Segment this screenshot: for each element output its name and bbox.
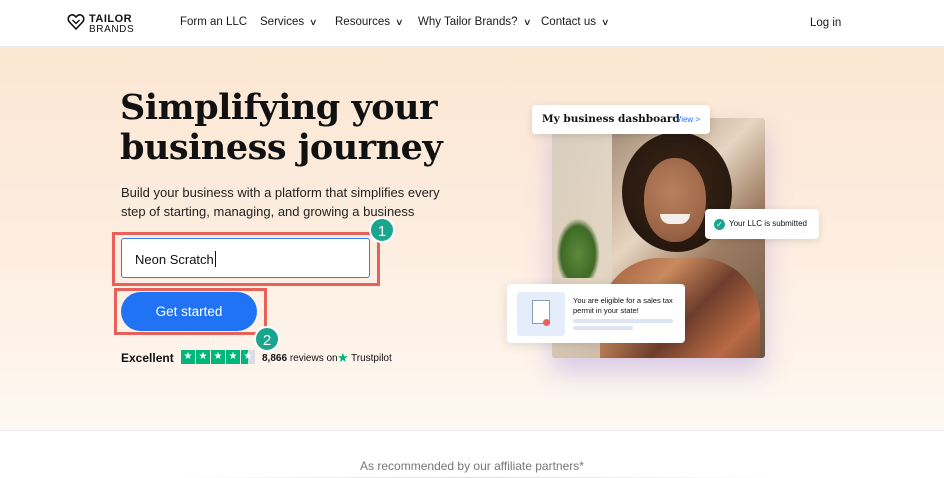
reviews-text: 8,866 reviews on [262,353,338,364]
nav-services[interactable]: Services ∨ [260,16,318,28]
rating-stars: ★ ★ ★ ★ ★ [181,350,255,365]
placeholder-line [573,319,673,323]
partners-text: As recommended by our affiliate partners… [360,459,584,473]
check-circle-icon: ✓ [714,219,725,230]
nav-resources-label: Resources [335,16,390,28]
tax-permit-card: You are eligible for a sales tax permit … [507,284,685,343]
document-icon [517,292,565,336]
nav-why-label: Why Tailor Brands? [418,16,518,28]
placeholder-line [573,326,633,330]
photo-person-face [644,158,706,242]
chevron-down-icon: ∨ [522,17,532,27]
dashboard-card-title: My business dashboard [542,113,680,125]
nav-form-llc-label: Form an LLC [180,16,248,28]
annotation-highlight-button [114,288,267,335]
nav-contact-us[interactable]: Contact us ∨ [541,16,610,28]
star-icon: ★ [226,350,240,364]
business-dashboard-card: My business dashboard View > [532,105,710,134]
trustpilot-brand: Trustpilot [351,353,392,364]
trustpilot-rating[interactable]: Excellent ★ ★ ★ ★ ★ 8,866 reviews on ★ T… [121,350,421,366]
nav-why-tailor-brands[interactable]: Why Tailor Brands? ∨ [418,16,532,28]
dashboard-view-link[interactable]: View > [676,115,700,124]
chevron-down-icon: ∨ [394,17,404,27]
nav-resources[interactable]: Resources ∨ [335,16,404,28]
tailor-brands-logo[interactable]: TAILOR BRANDS [67,12,137,36]
reviews-count: 8,866 [262,353,288,364]
half-star-icon: ★ [241,350,255,364]
logo-text-bottom: BRANDS [89,24,135,35]
annotation-badge-2: 2 [254,326,280,352]
hero-headline: Simplifying your business journey [120,87,443,168]
llc-status-card: ✓ Your LLC is submitted [705,209,819,239]
trustpilot-star-icon: ★ [337,350,349,365]
star-icon: ★ [181,350,195,364]
chevron-down-icon: ∨ [309,17,318,27]
rating-label: Excellent [121,351,174,365]
login-link[interactable]: Log in [810,17,841,29]
star-icon: ★ [196,350,210,364]
chevron-down-icon: ∨ [600,17,610,27]
star-icon: ★ [211,350,225,364]
reviews-on-label: reviews on [289,353,338,364]
top-navbar: TAILOR BRANDS Form an LLC Services ∨ Reso… [0,0,944,47]
annotation-highlight-input [112,232,380,286]
tax-permit-text: You are eligible for a sales tax permit … [573,296,673,315]
nav-contact-label: Contact us [541,16,596,28]
nav-services-label: Services [260,16,305,28]
hero-subtext: Build your business with a platform that… [121,185,440,219]
photo-plant [556,218,600,278]
heart-logo-icon [67,13,85,31]
partners-section: As recommended by our affiliate partners… [0,430,944,478]
llc-status-text: Your LLC is submitted [729,219,807,228]
nav-form-llc[interactable]: Form an LLC [180,16,247,28]
annotation-badge-1: 1 [369,217,395,243]
